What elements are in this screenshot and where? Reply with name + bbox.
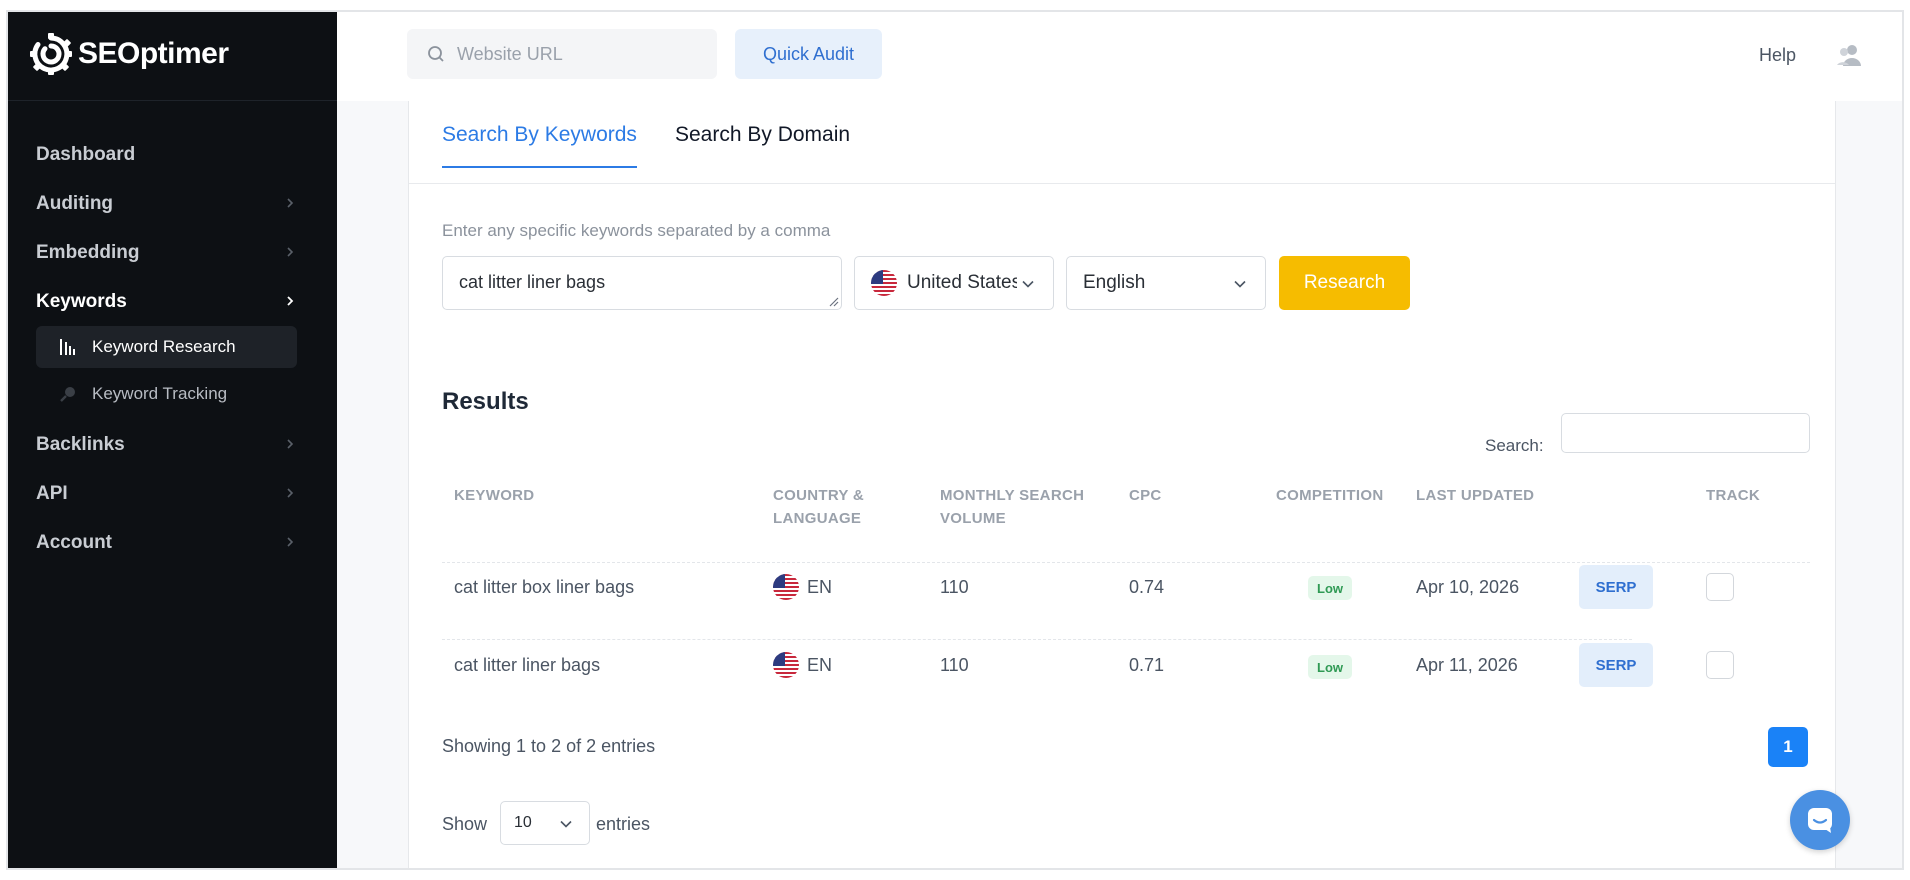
track-checkbox[interactable] xyxy=(1706,573,1734,601)
gear-logo-icon xyxy=(30,33,72,75)
website-url-placeholder: Website URL xyxy=(457,43,563,64)
us-flag-icon xyxy=(871,270,897,296)
country-language-cell: EN xyxy=(773,652,832,678)
sidebar-divider xyxy=(8,100,337,101)
keyword-cell: cat litter box liner bags xyxy=(454,577,635,597)
results-title: Results xyxy=(442,388,529,415)
sidebar-item-keywords[interactable]: Keywords xyxy=(8,277,337,326)
help-link[interactable]: Help xyxy=(1759,45,1796,66)
cpc-cell: 0.71 xyxy=(1129,655,1165,675)
logo[interactable]: SEOptimer xyxy=(28,26,229,82)
show-label: Show xyxy=(442,814,488,834)
column-header-cpc[interactable]: CPC xyxy=(1129,484,1162,507)
language-value: English xyxy=(1083,272,1146,293)
competition-badge: Low xyxy=(1308,576,1352,600)
top-bar: Website URL Quick Audit Help xyxy=(337,12,1902,101)
keywords-hint: Enter any specific keywords separated by… xyxy=(442,221,831,240)
sidebar-subitem-label: Keyword Research xyxy=(92,337,236,356)
column-header-competition[interactable]: COMPETITION xyxy=(1276,484,1383,507)
sidebar-subitem-keyword-tracking[interactable]: Keyword Tracking xyxy=(36,373,297,415)
serp-button[interactable]: SERP xyxy=(1579,565,1653,609)
chevron-down-icon xyxy=(560,820,572,828)
quick-audit-button[interactable]: Quick Audit xyxy=(735,29,882,79)
sidebar-item-label: API xyxy=(36,482,68,504)
entries-per-page-select[interactable]: 10 xyxy=(500,801,590,845)
search-tabs: Search By Keywords Search By Domain xyxy=(409,101,1835,184)
table-search-input[interactable] xyxy=(1561,413,1810,453)
sidebar-item-label: Dashboard xyxy=(36,143,136,165)
sidebar-item-label: Embedding xyxy=(36,241,140,263)
page-button-1[interactable]: 1 xyxy=(1768,727,1808,767)
keywords-subnav: Keyword Research Keyword Tracking xyxy=(8,326,337,415)
sidebar-item-auditing[interactable]: Auditing xyxy=(8,179,337,228)
keywords-textarea[interactable] xyxy=(442,256,842,310)
chevron-right-icon xyxy=(287,537,294,547)
column-header-monthly-search-volume[interactable]: MONTHLY SEARCH VOLUME xyxy=(940,484,1100,530)
tab-search-by-keywords[interactable]: Search By Keywords xyxy=(442,123,637,168)
sidebar-nav: Dashboard Auditing Embedding Keywords Ke… xyxy=(8,130,337,567)
language-code: EN xyxy=(807,654,833,675)
table-search-label: Search: xyxy=(1485,436,1544,455)
chevron-right-icon xyxy=(287,439,294,449)
cpc-cell: 0.74 xyxy=(1129,577,1165,597)
last-updated-cell: Apr 10, 2026 xyxy=(1416,577,1520,597)
column-header-last-updated[interactable]: LAST UPDATED xyxy=(1416,484,1534,507)
chat-icon xyxy=(1808,808,1832,833)
sidebar: SEOptimer Dashboard Auditing Embedding K… xyxy=(8,12,337,868)
country-value: United States xyxy=(907,272,1017,293)
sidebar-item-label: Auditing xyxy=(36,192,114,214)
tab-search-by-domain[interactable]: Search By Domain xyxy=(675,123,850,166)
sidebar-item-account[interactable]: Account xyxy=(8,518,337,567)
entries-label: entries xyxy=(596,814,651,834)
column-header-track: TRACK xyxy=(1706,487,1760,504)
sidebar-item-embedding[interactable]: Embedding xyxy=(8,228,337,277)
sidebar-item-label: Account xyxy=(36,531,112,553)
sidebar-item-api[interactable]: API xyxy=(8,469,337,518)
language-code: EN xyxy=(807,576,833,597)
chevron-right-icon xyxy=(287,296,294,306)
track-checkbox[interactable] xyxy=(1706,651,1734,679)
brand-name: SEOptimer xyxy=(78,37,229,70)
keyword-cell: cat litter liner bags xyxy=(454,655,601,675)
sidebar-item-dashboard[interactable]: Dashboard xyxy=(8,130,337,179)
website-url-input[interactable]: Website URL xyxy=(407,29,717,79)
column-header-country-language[interactable]: COUNTRY & LANGUAGE xyxy=(773,484,883,530)
app-window: SEOptimer Dashboard Auditing Embedding K… xyxy=(6,10,1904,870)
table-divider xyxy=(442,639,1632,640)
research-button[interactable]: Research xyxy=(1279,256,1410,310)
entries-value: 10 xyxy=(514,814,532,831)
language-select[interactable]: English xyxy=(1066,256,1266,310)
country-select[interactable]: United States xyxy=(854,256,1054,310)
country-language-cell: EN xyxy=(773,574,832,600)
competition-badge: Low xyxy=(1308,655,1352,679)
table-divider xyxy=(442,562,1810,563)
sidebar-subitem-label: Keyword Tracking xyxy=(92,384,228,403)
chat-widget-button[interactable] xyxy=(1790,790,1850,850)
table-info: Showing 1 to 2 of 2 entries xyxy=(442,736,656,756)
chevron-down-icon xyxy=(1234,280,1246,288)
sidebar-item-label: Backlinks xyxy=(36,433,125,455)
resize-grip-icon[interactable] xyxy=(827,295,839,307)
column-header-keyword[interactable]: KEYWORD xyxy=(454,484,534,507)
volume-cell: 110 xyxy=(940,655,969,675)
bar-chart-icon xyxy=(58,337,78,357)
users-icon[interactable] xyxy=(1836,43,1862,67)
serp-button[interactable]: SERP xyxy=(1579,643,1653,687)
sidebar-item-label: Keywords xyxy=(36,290,127,312)
chevron-right-icon xyxy=(287,247,294,257)
chevron-right-icon xyxy=(287,488,294,498)
us-flag-icon xyxy=(773,574,799,600)
volume-cell: 110 xyxy=(940,577,969,597)
us-flag-icon xyxy=(773,652,799,678)
keyword-research-card: Search By Keywords Search By Domain Ente… xyxy=(408,101,1836,868)
last-updated-cell: Apr 11, 2026 xyxy=(1416,655,1518,675)
sidebar-item-backlinks[interactable]: Backlinks xyxy=(8,420,337,469)
chevron-right-icon xyxy=(287,198,294,208)
chevron-down-icon xyxy=(1022,280,1034,288)
key-icon xyxy=(58,384,78,404)
sidebar-subitem-keyword-research[interactable]: Keyword Research xyxy=(36,326,297,368)
search-icon xyxy=(428,46,444,62)
